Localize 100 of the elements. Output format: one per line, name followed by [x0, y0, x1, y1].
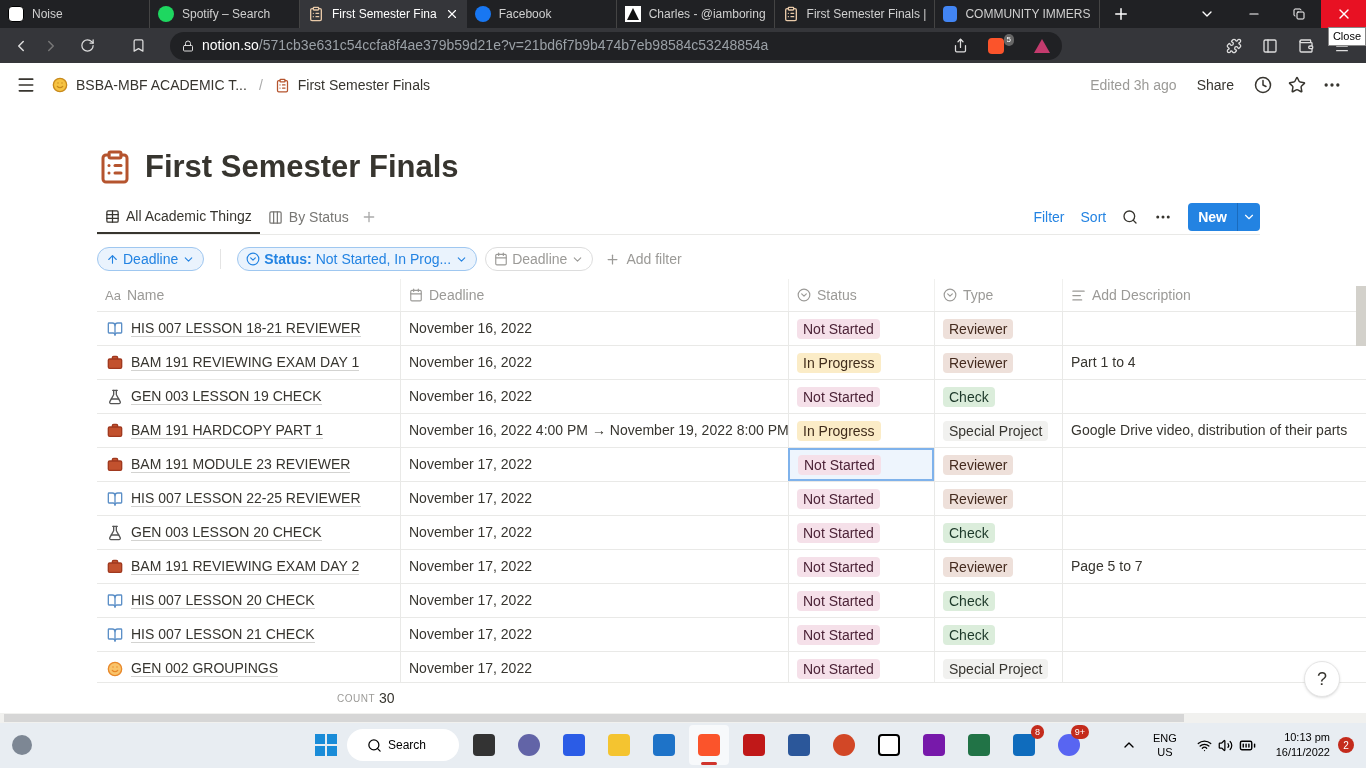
row-title-link[interactable]: BAM 191 REVIEWING EXAM DAY 2	[131, 558, 360, 576]
status-cell[interactable]: Not Started	[788, 380, 934, 414]
tab-title: Charles - @iamboring	[648, 6, 766, 24]
table-cell-text: November 17, 2022	[409, 523, 532, 543]
table-cell-text: November 17, 2022	[409, 659, 532, 679]
notification-badge[interactable]: 2	[1338, 737, 1354, 754]
url-text: notion.so/571cb3e631c54ccfa8f4ae379b59d21e?v=21bd6f7b9b474b7eb98584c53248854a	[202, 36, 770, 56]
row-title-link[interactable]: BAM 191 MODULE 23 REVIEWER	[131, 456, 351, 474]
type-tag: Check	[943, 387, 995, 407]
share-link[interactable]: Share	[1196, 75, 1234, 96]
type-tag: Reviewer	[943, 319, 1014, 339]
scrollbar-thumb[interactable]	[4, 714, 1184, 723]
book-icon	[107, 491, 123, 507]
filter-chip[interactable]: Deadline	[97, 247, 205, 272]
type-tag: Check	[943, 625, 995, 645]
reload-icon[interactable]	[80, 38, 95, 54]
face-icon	[107, 661, 123, 677]
app-icon	[563, 734, 585, 757]
taskbar-app[interactable]: 9+	[1049, 725, 1089, 766]
view-tab[interactable]: By Status	[259, 200, 357, 235]
breadcrumb-link[interactable]: First Semester Finals	[297, 75, 431, 96]
status-cell[interactable]: Not Started	[788, 312, 934, 346]
language-indicator[interactable]: ENG US	[1152, 731, 1177, 760]
clipboard-icon	[308, 6, 324, 23]
app-icon	[833, 734, 855, 757]
weather-icon[interactable]	[12, 735, 32, 756]
status-cell[interactable]: Not Started	[788, 652, 934, 683]
row-title-link[interactable]: BAM 191 REVIEWING EXAM DAY 1	[131, 354, 360, 372]
table-cell-text: November 17, 2022	[409, 591, 532, 611]
dropdown-icon	[943, 288, 957, 303]
row-title-link[interactable]: GEN 003 LESSON 20 CHECK	[131, 524, 322, 542]
status-cell[interactable]: Not Started	[788, 516, 934, 550]
shield-icon[interactable]	[987, 37, 1004, 54]
status-tag: Not Started	[797, 591, 880, 611]
page-title: First Semester Finals	[145, 148, 459, 186]
address-field[interactable]: notion.so/571cb3e631c54ccfa8f4ae379b59d21e?v=21bd6f7b9b474b7eb98584c53248854a 5	[170, 31, 1062, 60]
view-tab[interactable]: All Academic Thingz	[97, 200, 260, 235]
table-cell-text: Part 1 to 4	[1071, 353, 1136, 373]
table-cell-text: November 17, 2022	[409, 557, 532, 577]
restore-icon[interactable]	[1293, 8, 1305, 21]
clipboard-icon	[274, 78, 290, 93]
tab-title: Noise	[32, 6, 64, 24]
breadcrumb-link[interactable]: BSBA-MBF ACADEMIC T...	[76, 75, 247, 96]
row-title-link[interactable]: HIS 007 LESSON 22-25 REVIEWER	[131, 490, 361, 508]
status-cell[interactable]: Not Started	[788, 550, 934, 584]
notification-badge: 9+	[1070, 725, 1089, 740]
status-cell[interactable]: In Progress	[788, 414, 934, 448]
star-icon[interactable]	[1288, 76, 1306, 95]
app-icon	[743, 734, 765, 757]
row-title-link[interactable]: HIS 007 LESSON 20 CHECK	[131, 592, 315, 610]
dropdown-icon	[797, 288, 811, 303]
flask-icon	[107, 389, 123, 405]
row-title-link[interactable]: GEN 003 LESSON 19 CHECK	[131, 388, 322, 406]
scrollbar-thumb[interactable]	[1356, 286, 1366, 346]
calendar-icon	[409, 288, 423, 303]
app-icon	[1058, 734, 1080, 757]
close-window-button[interactable]	[1321, 0, 1366, 29]
filter-link[interactable]: Filter	[1033, 207, 1065, 228]
row-title-link[interactable]: BAM 191 HARDCOPY PART 1	[131, 422, 323, 440]
table-icon	[105, 209, 120, 224]
sort-link[interactable]: Sort	[1080, 207, 1107, 228]
clock[interactable]: 10:13 pm 16/11/2022	[1275, 730, 1330, 761]
help-button[interactable]: ?	[1304, 661, 1340, 698]
status-cell[interactable]: Not Started	[788, 584, 934, 618]
table-cell-text: November 16, 2022	[409, 319, 532, 339]
bookmark-icon[interactable]	[131, 38, 146, 54]
face-icon	[52, 77, 68, 94]
wifi-icon[interactable]	[1196, 737, 1212, 753]
document-icon	[943, 6, 958, 23]
new-button[interactable]: New	[1188, 203, 1260, 232]
puzzle-icon[interactable]	[1226, 37, 1242, 54]
type-tag: Check	[943, 591, 995, 611]
row-title-link[interactable]: GEN 002 GROUPINGS	[131, 660, 279, 678]
sidebar-icon[interactable]	[1262, 37, 1278, 54]
wallet-icon[interactable]	[1298, 37, 1314, 54]
type-tag: Reviewer	[943, 557, 1014, 577]
status-tag: Not Started	[797, 625, 880, 645]
row-title-link[interactable]: HIS 007 LESSON 21 CHECK	[131, 626, 315, 644]
history-icon[interactable]	[1254, 76, 1272, 95]
browser-tab[interactable]: First Semester Fina	[300, 0, 467, 29]
triangle-icon[interactable]	[1034, 38, 1050, 53]
calendar-icon	[494, 252, 509, 267]
status-cell[interactable]: Not Started	[788, 482, 934, 516]
taskbar-app[interactable]: 8	[1004, 725, 1044, 766]
status-cell[interactable]: Not Started	[788, 448, 934, 482]
table-cell-text: November 17, 2022	[409, 455, 532, 475]
search-button[interactable]: Search	[347, 729, 459, 762]
count-value: 30	[379, 689, 395, 708]
app-icon	[653, 734, 675, 757]
briefcase-icon	[107, 457, 123, 473]
notification-badge: 8	[1031, 725, 1044, 740]
search-icon[interactable]	[1122, 209, 1139, 226]
status-cell[interactable]: Not Started	[788, 618, 934, 652]
filter-chip[interactable]: Status: Not Started, In Prog...	[237, 247, 478, 272]
share-icon[interactable]	[952, 38, 968, 54]
status-cell[interactable]: In Progress	[788, 346, 934, 380]
volume-icon[interactable]	[1217, 737, 1233, 753]
windows-logo-icon[interactable]	[314, 733, 338, 758]
row-title-link[interactable]: HIS 007 LESSON 18-21 REVIEWER	[131, 320, 361, 338]
search-icon	[367, 737, 382, 753]
